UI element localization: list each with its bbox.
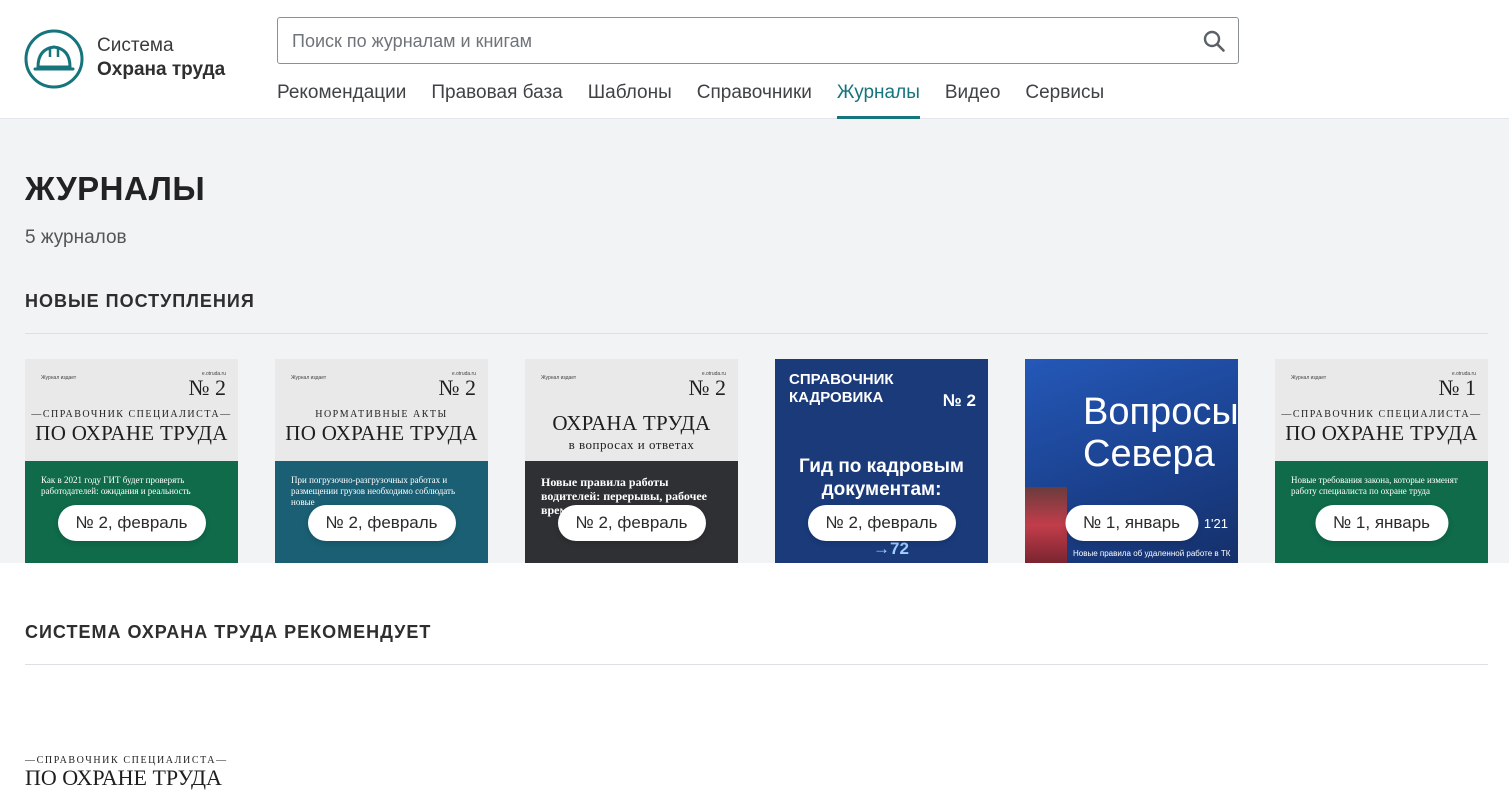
- section-title-new: НОВЫЕ ПОСТУПЛЕНИЯ: [25, 291, 255, 311]
- cover-subtitle: в вопросах и ответах: [568, 437, 695, 452]
- cover-publisher: Журнал издает: [541, 375, 577, 381]
- cover-issue-number: № 1: [1438, 375, 1477, 400]
- journal-cover[interactable]: СПРАВОЧНИК КАДРОВИКА № 2 Гид по кадровым…: [775, 359, 988, 563]
- cover-publisher: Журнал издает: [1291, 375, 1327, 381]
- cover-headline: Новые требования закона, которые изменят…: [1291, 475, 1458, 496]
- cover-title: СПРАВОЧНИК КАДРОВИКА: [789, 371, 894, 406]
- nav-item-journals[interactable]: Журналы: [836, 80, 920, 119]
- logo-text[interactable]: Система Охрана труда: [97, 34, 225, 82]
- journal-count: 5 журналов: [25, 227, 127, 248]
- section-title-recommends: СИСТЕМА ОХРАНА ТРУДА РЕКОМЕНДУЕТ: [25, 622, 432, 642]
- hard-hat-logo-icon[interactable]: [24, 29, 86, 89]
- cover-publisher: Журнал издает: [291, 375, 327, 381]
- cover-top: Журнал издает e.otruda.ru № 2 ОХРАНА ТРУ…: [525, 359, 738, 461]
- nav-item-video[interactable]: Видео: [945, 80, 1001, 119]
- journal-cover[interactable]: Журнал издает e.otruda.ru № 2 —СПРАВОЧНИ…: [25, 359, 238, 563]
- cover-publisher: Журнал издает: [41, 375, 77, 381]
- cover-kicker: НОРМАТИВНЫЕ АКТЫ: [315, 409, 448, 420]
- recommended-journal-title: ПО ОХРАНЕ ТРУДА: [25, 765, 222, 790]
- cover-headline: Гид по кадровым документам:: [799, 456, 964, 500]
- recommended-journal-logo[interactable]: —СПРАВОЧНИК СПЕЦИАЛИСТА— ПО ОХРАНЕ ТРУДА: [25, 755, 245, 791]
- nav-item-handbooks[interactable]: Справочники: [697, 80, 812, 119]
- issue-badge: № 1, январь: [1064, 505, 1199, 541]
- cover-title: ПО ОХРАНЕ ТРУДА: [35, 421, 228, 445]
- cover-photo: [1025, 487, 1067, 563]
- cover-page-ref: →72: [873, 539, 909, 558]
- site-header: Система Охрана труда Рекомендации Правов…: [0, 0, 1509, 119]
- cover-top: Журнал издает e.otruda.ru № 1 —СПРАВОЧНИ…: [1275, 359, 1488, 461]
- journal-cover[interactable]: Вопросы Севера Новые правила об удаленно…: [1025, 359, 1238, 563]
- section-divider: [25, 333, 1488, 334]
- cover-title: ОХРАНА ТРУДА: [552, 411, 711, 435]
- search-box: [277, 17, 1239, 64]
- page-title: ЖУРНАЛЫ: [25, 170, 206, 207]
- cover-top: Журнал издает e.otruda.ru № 2 —СПРАВОЧНИ…: [25, 359, 238, 461]
- nav-item-legal-base[interactable]: Правовая база: [431, 80, 562, 119]
- cover-issue-number: № 2: [438, 375, 477, 400]
- search-icon[interactable]: [1202, 29, 1226, 53]
- cover-title: ПО ОХРАНЕ ТРУДА: [285, 421, 478, 445]
- nav-item-recommendations[interactable]: Рекомендации: [277, 80, 406, 119]
- logo-line-1: Система: [97, 35, 174, 56]
- nav-item-templates[interactable]: Шаблоны: [588, 80, 672, 119]
- cover-issue-number: № 2: [688, 375, 727, 400]
- issue-badge: № 2, февраль: [557, 505, 706, 541]
- journal-cover[interactable]: Журнал издает e.otruda.ru № 2 ОХРАНА ТРУ…: [525, 359, 738, 563]
- main-nav: Рекомендации Правовая база Шаблоны Справ…: [277, 80, 1129, 119]
- nav-item-services[interactable]: Сервисы: [1025, 80, 1104, 119]
- journal-cover[interactable]: Журнал издает e.otruda.ru № 1 —СПРАВОЧНИ…: [1275, 359, 1488, 563]
- cover-top: Журнал издает e.otruda.ru № 2 НОРМАТИВНЫ…: [275, 359, 488, 461]
- issue-badge: № 2, февраль: [807, 505, 956, 541]
- search-input[interactable]: [292, 26, 1172, 56]
- cover-kicker: —СПРАВОЧНИК СПЕЦИАЛИСТА—: [31, 409, 232, 420]
- logo-line-2: Охрана труда: [97, 59, 226, 80]
- cover-kicker: —СПРАВОЧНИК СПЕЦИАЛИСТА—: [1281, 409, 1482, 420]
- journal-cover[interactable]: Журнал издает e.otruda.ru № 2 НОРМАТИВНЫ…: [275, 359, 488, 563]
- cover-headline: Как в 2021 году ГИТ будет проверять рабо…: [41, 475, 191, 496]
- cover-headline: При погрузочно-разгрузочных работах и ра…: [291, 475, 456, 507]
- cover-issue-number: № 2: [942, 391, 976, 410]
- section-divider: [25, 664, 1488, 665]
- cover-title: ПО ОХРАНЕ ТРУДА: [1285, 421, 1478, 445]
- cover-issue-number: № 2: [188, 375, 227, 400]
- cover-issue-code: 1'21: [1203, 516, 1228, 531]
- issue-badge: № 2, февраль: [307, 505, 456, 541]
- cover-headline: Новые правила об удаленной работе в ТК: [1073, 549, 1231, 558]
- cover-title: Вопросы Севера: [1083, 391, 1238, 475]
- issue-badge: № 2, февраль: [57, 505, 206, 541]
- issue-badge: № 1, январь: [1314, 505, 1449, 541]
